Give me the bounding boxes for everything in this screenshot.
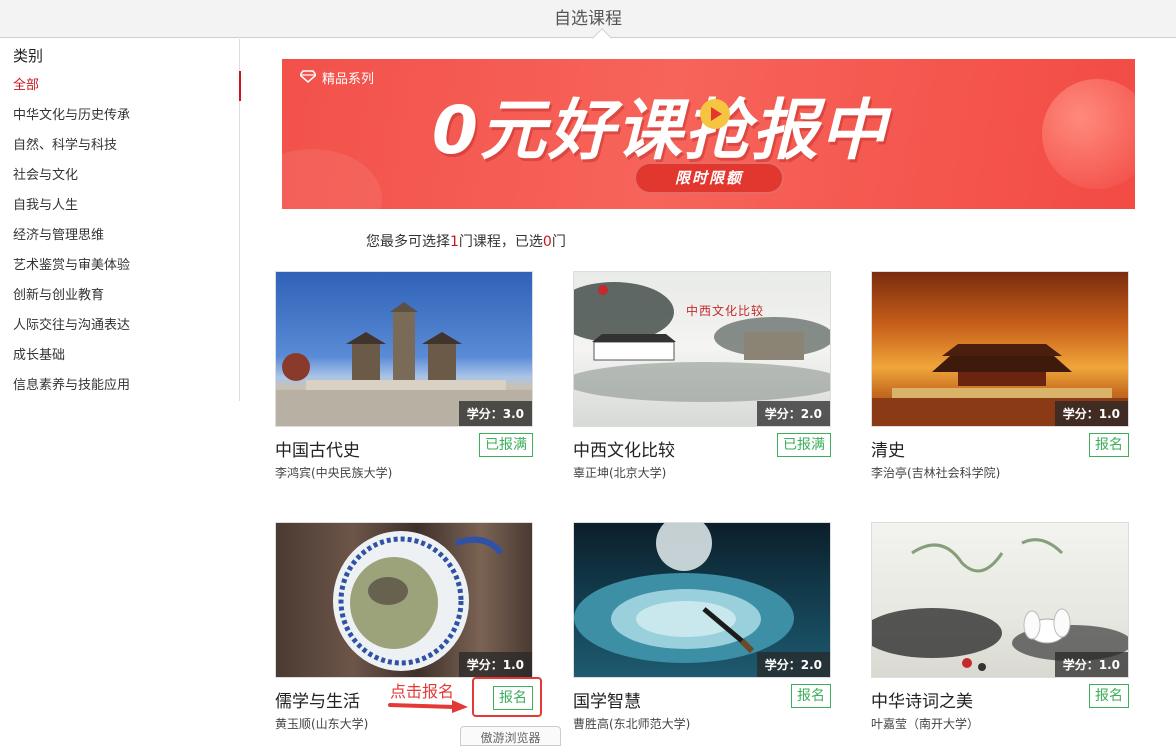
category-list: 全部 中华文化与历史传承 自然、科学与科技 社会与文化 自我与人生 经济与管理思… — [0, 71, 241, 401]
category-item-art[interactable]: 艺术鉴赏与审美体验 — [0, 251, 240, 281]
category-item-communication[interactable]: 人际交往与沟通表达 — [0, 311, 240, 341]
course-name[interactable]: 儒学与生活 — [275, 687, 360, 712]
banner-decoration — [1042, 79, 1135, 189]
category-item-all[interactable]: 全部 — [0, 71, 241, 101]
enroll-button[interactable]: 报名 — [1089, 684, 1129, 708]
category-item-growth[interactable]: 成长基础 — [0, 341, 240, 371]
diamond-icon — [298, 70, 318, 86]
enroll-button[interactable]: 报名 — [791, 684, 831, 708]
titlebar-pointer — [592, 28, 612, 48]
category-item-information[interactable]: 信息素养与技能应用 — [0, 371, 240, 401]
course-thumbnail-tea[interactable]: 学分：1.0 — [275, 522, 533, 678]
course-thumbnail-ink-landscape[interactable]: 中西文化比较 学分：2.0 — [573, 271, 831, 427]
course-thumbnail-palace[interactable]: 学分：1.0 — [871, 271, 1129, 427]
course-name[interactable]: 中华诗词之美 — [871, 687, 973, 712]
course-name[interactable]: 清史 — [871, 436, 905, 461]
credit-badge: 学分：2.0 — [756, 652, 830, 677]
course-thumbnail-inkstone[interactable]: 学分：2.0 — [573, 522, 831, 678]
quota-prefix: 您最多可选择 — [366, 234, 450, 250]
category-item-economics[interactable]: 经济与管理思维 — [0, 221, 240, 251]
quota-middle: 门课程，已选 — [458, 234, 543, 250]
annotation-highlight-box — [472, 677, 542, 717]
course-name[interactable]: 国学智慧 — [573, 687, 641, 712]
category-heading: 类别 — [13, 47, 44, 65]
course-thumbnail-pagoda[interactable]: 学分：3.0 — [275, 271, 533, 427]
play-icon — [700, 99, 730, 129]
enroll-status-button[interactable]: 已报满 — [777, 433, 831, 457]
selection-quota: 您最多可选择1门课程，已选0门 — [366, 231, 566, 251]
window-title: 自选课程 — [554, 9, 622, 29]
banner-series-label: 精品系列 — [298, 68, 375, 87]
course-teacher: 黄玉顺(山东大学) — [275, 717, 369, 731]
category-item-society-culture[interactable]: 社会与文化 — [0, 161, 240, 191]
course-teacher: 曹胜高(东北师范大学) — [573, 717, 691, 731]
banner-series-text: 精品系列 — [322, 72, 375, 87]
banner-decoration — [282, 149, 382, 209]
credit-badge: 学分：3.0 — [458, 401, 532, 426]
category-item-culture-history[interactable]: 中华文化与历史传承 — [0, 101, 240, 131]
course-teacher: 叶嘉莹（南开大学） — [871, 717, 980, 731]
credit-badge: 学分：1.0 — [1054, 401, 1128, 426]
window-titlebar: 自选课程 — [0, 0, 1176, 48]
credit-badge: 学分：1.0 — [458, 652, 532, 677]
quota-max: 1 — [450, 234, 459, 250]
credit-badge: 学分：1.0 — [1054, 652, 1128, 677]
credit-badge: 学分：2.0 — [756, 401, 830, 426]
annotation-arrow-icon — [388, 700, 468, 713]
course-teacher: 李治亭(吉林社会科学院) — [871, 466, 1001, 480]
category-item-innovation[interactable]: 创新与创业教育 — [0, 281, 240, 311]
category-item-nature-science[interactable]: 自然、科学与科技 — [0, 131, 240, 161]
course-teacher: 辜正坤(北京大学) — [573, 466, 667, 480]
promo-banner[interactable]: 精品系列 0元好课抢报中 限时限额 — [282, 59, 1135, 209]
category-sidebar: 类别 全部 中华文化与历史传承 自然、科学与科技 社会与文化 自我与人生 经济与… — [0, 39, 241, 401]
course-name[interactable]: 中国古代史 — [275, 436, 360, 461]
browser-popup-tab[interactable]: 傲游浏览器 — [460, 726, 561, 746]
banner-limited-pill: 限时限额 — [634, 162, 784, 194]
enroll-button[interactable]: 报名 — [1089, 433, 1129, 457]
quota-suffix: 门 — [551, 234, 566, 250]
course-name[interactable]: 中西文化比较 — [573, 436, 675, 461]
enroll-status-button[interactable]: 已报满 — [479, 433, 533, 457]
quota-selected: 0 — [542, 234, 552, 250]
course-thumbnail-lotus[interactable]: 学分：1.0 — [871, 522, 1129, 678]
category-item-self-life[interactable]: 自我与人生 — [0, 191, 240, 221]
course-teacher: 李鸿宾(中央民族大学) — [275, 466, 393, 480]
thumbnail-title-text: 中西文化比较 — [686, 304, 765, 318]
banner-headline: 0元好课抢报中 — [432, 92, 888, 169]
